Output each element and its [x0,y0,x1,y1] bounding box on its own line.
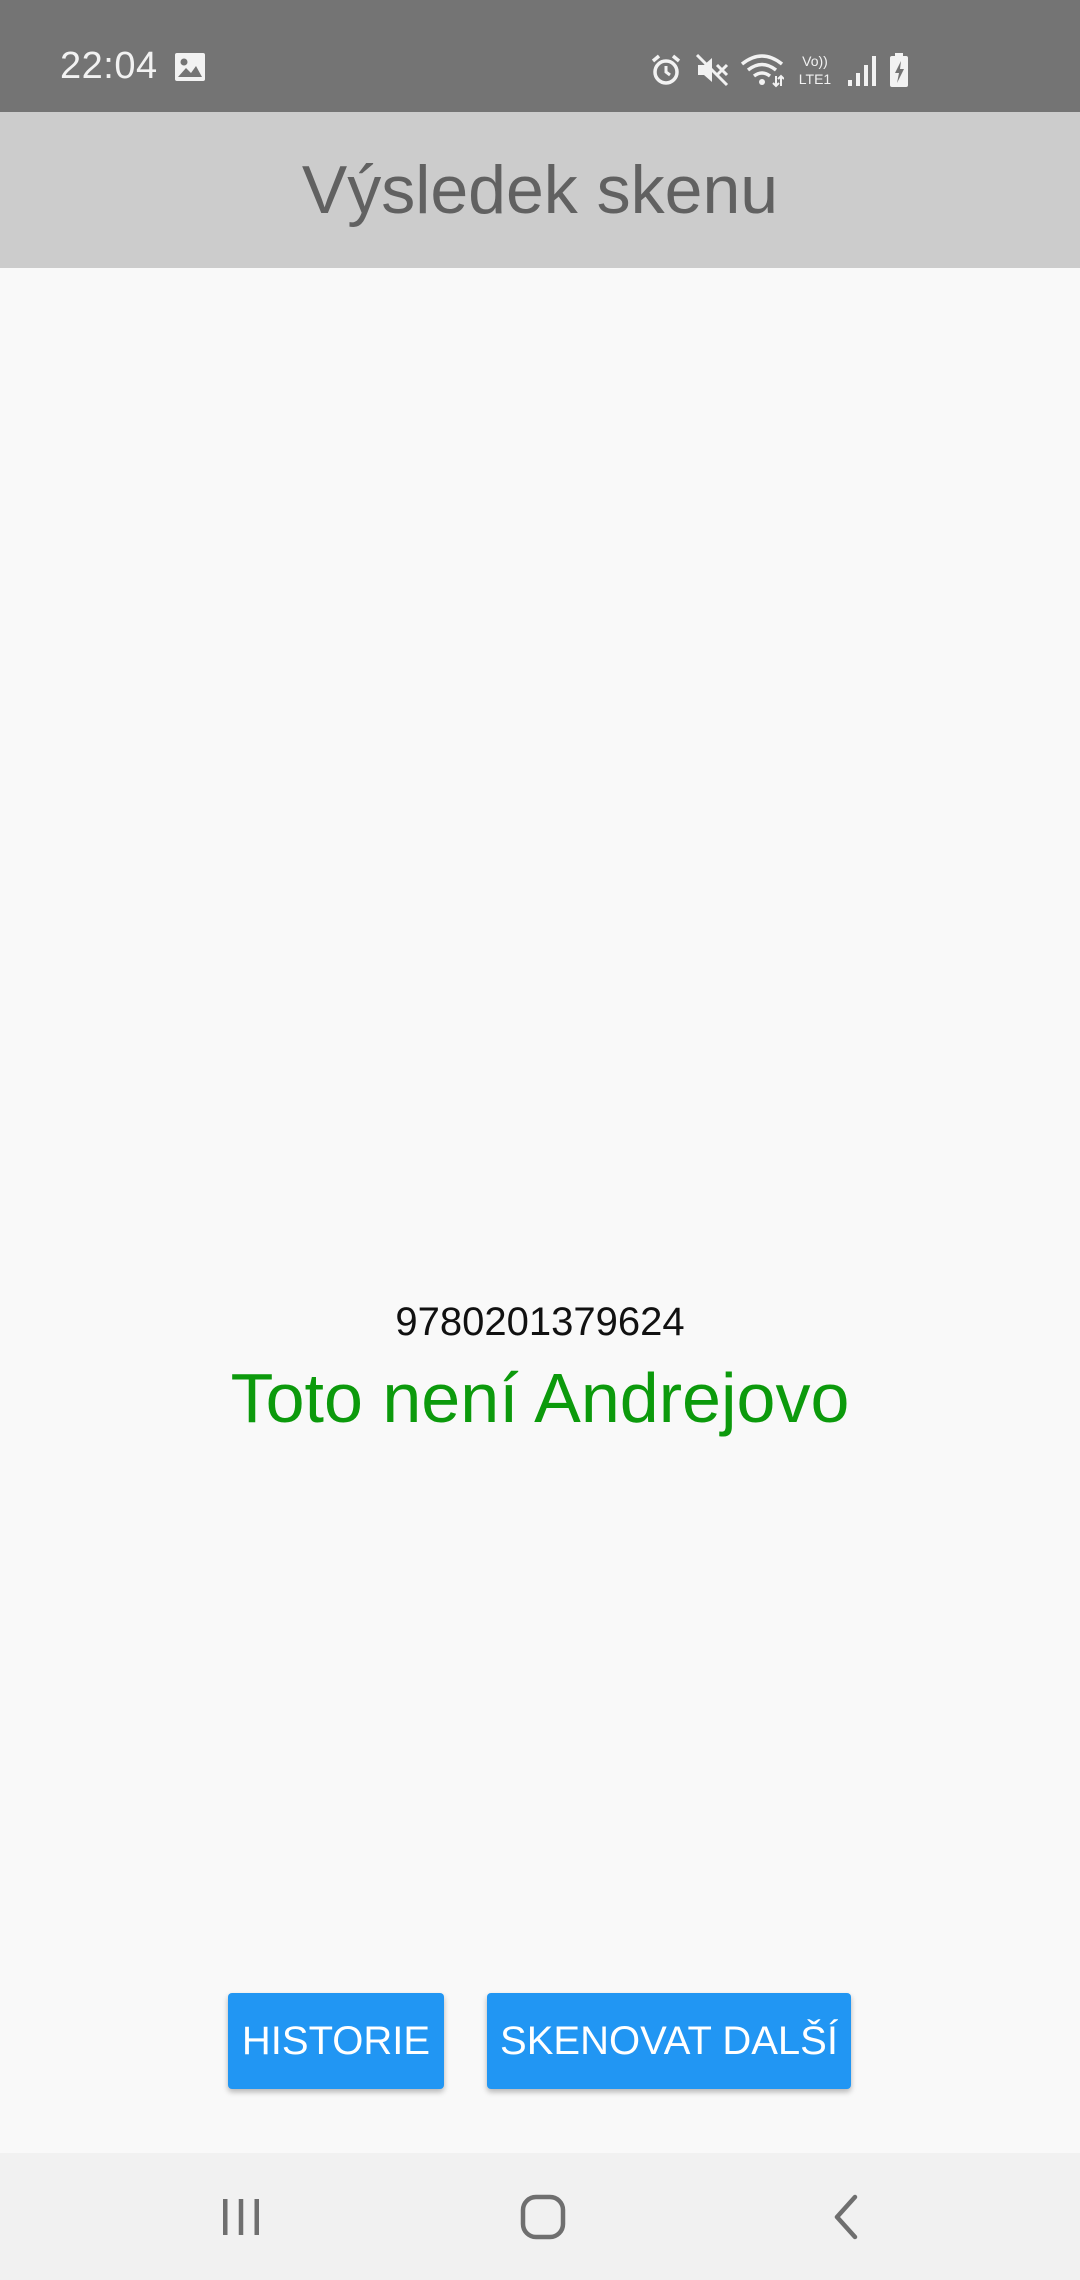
status-time: 22:04 [60,45,158,87]
result-content: 9780201379624 Toto není Andrejovo [0,268,1080,2153]
back-icon [834,2194,858,2239]
alarm-icon [648,52,684,88]
result-message: Toto není Andrejovo [230,1359,850,1437]
recents-icon [223,2198,259,2235]
scan-next-button[interactable]: SKENOVAT DALŠÍ [487,1993,851,2089]
home-button[interactable] [443,2153,643,2280]
app-bar: Výsledek skenu [0,112,1080,268]
status-bar: 22:04 Vo)) LTE1 [0,0,1080,112]
volte-icon: Vo)) LTE1 [794,52,836,88]
battery-charging-icon [888,52,910,88]
wifi-icon [740,52,784,88]
gallery-icon [174,52,206,87]
home-icon [520,2194,566,2239]
mute-icon [694,52,730,88]
history-button[interactable]: HISTORIE [228,1993,444,2089]
navigation-bar [0,2153,1080,2280]
volte-label-bottom: LTE1 [799,71,832,87]
page-title: Výsledek skenu [301,152,779,228]
signal-icon [846,52,878,88]
scanned-code: 9780201379624 [395,1300,685,1344]
recents-button[interactable] [141,2153,341,2280]
back-button[interactable] [747,2153,947,2280]
volte-label-top: Vo)) [802,53,828,69]
status-icons: Vo)) LTE1 [648,50,910,90]
